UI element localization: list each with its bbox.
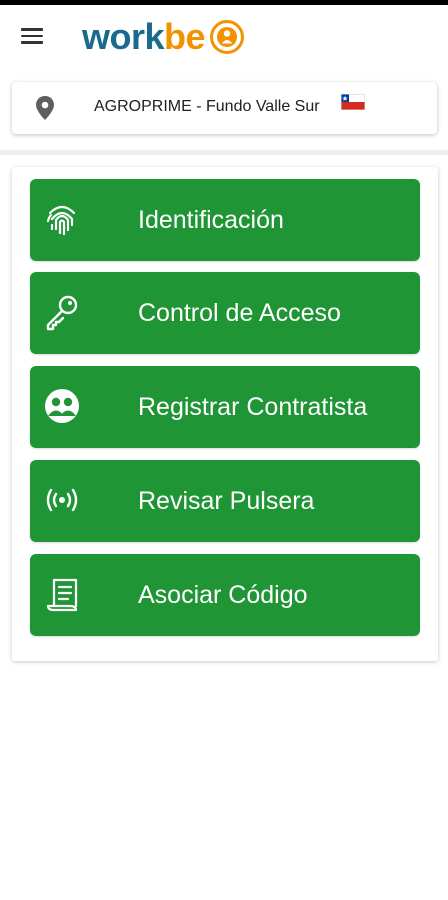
hamburger-menu-icon[interactable]: [14, 22, 50, 50]
logo-text-be: be: [164, 16, 206, 57]
chile-flag-icon: [341, 94, 365, 110]
logo-text-work: work: [82, 16, 165, 57]
key-icon: [46, 295, 78, 331]
wireless-signal-icon: [46, 488, 78, 512]
asociar-codigo-label: Asociar Código: [138, 581, 308, 609]
identificacion-label: Identificación: [138, 206, 284, 234]
control-de-acceso-button[interactable]: Control de Acceso: [30, 272, 420, 354]
location-selector[interactable]: AGROPRIME - Fundo Valle Sur: [12, 82, 437, 134]
asociar-codigo-button[interactable]: Asociar Código: [30, 554, 420, 636]
revisar-pulsera-label: Revisar Pulsera: [138, 487, 315, 515]
contractor-group-icon: [45, 389, 79, 423]
logo-person-mark-icon: [210, 20, 245, 54]
location-label: AGROPRIME - Fundo Valle Sur: [94, 98, 320, 115]
app-bar: work be: [0, 5, 448, 67]
location-pin-icon: [36, 96, 54, 120]
control-de-acceso-label: Control de Acceso: [138, 299, 341, 327]
revisar-pulsera-button[interactable]: Revisar Pulsera: [30, 460, 420, 542]
identificacion-button[interactable]: Identificación: [30, 179, 420, 261]
registrar-contratista-button[interactable]: Registrar Contratista: [30, 366, 420, 448]
registrar-contratista-label: Registrar Contratista: [138, 393, 368, 421]
fingerprint-icon: [46, 205, 76, 236]
scroll-document-icon: [46, 578, 78, 612]
section-divider: [0, 150, 448, 155]
workbe-logo: work be: [82, 14, 245, 60]
